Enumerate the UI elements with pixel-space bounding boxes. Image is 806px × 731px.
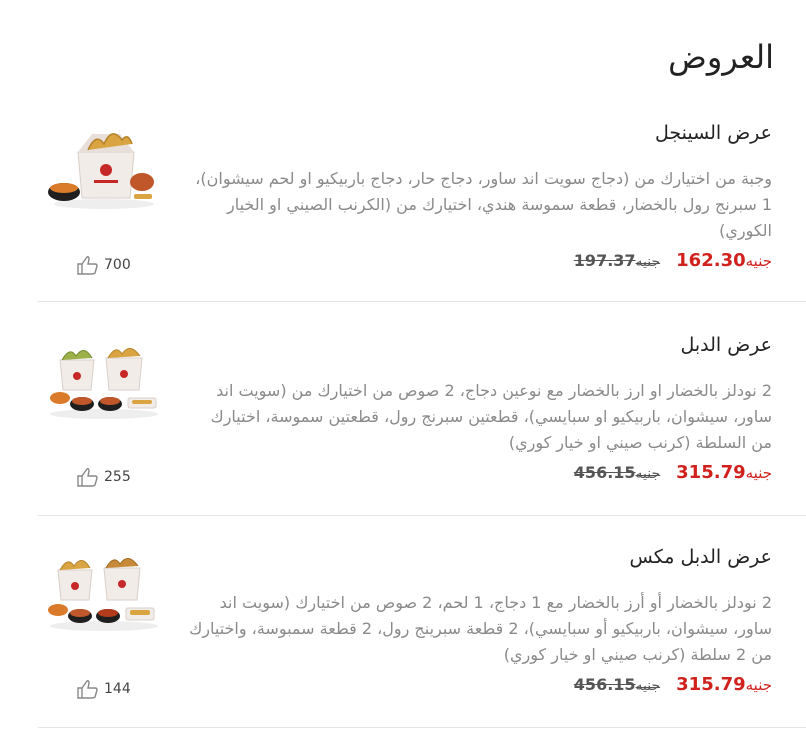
- new-price-value: 162.30: [676, 250, 746, 271]
- likes-counter[interactable]: 144: [76, 678, 131, 700]
- offer-description: 2 نودلز بالخضار أو أرز بالخضار مع 1 دجاج…: [189, 593, 772, 664]
- new-price-value: 315.79: [676, 674, 746, 695]
- likes-count: 144: [104, 681, 131, 697]
- new-price-value: 315.79: [676, 462, 746, 483]
- old-price: جنيه456.15: [574, 675, 660, 694]
- offer-image-single[interactable]: [44, 112, 164, 212]
- offer-card[interactable]: عرض الدبل مكس 2 نودلز بالخضار أو أرز بال…: [38, 532, 806, 728]
- thumbs-up-icon[interactable]: [76, 466, 100, 488]
- old-price-value: 456.15: [573, 463, 636, 482]
- offer-image-double-mix[interactable]: [44, 536, 164, 636]
- currency-label: جنيه: [635, 678, 661, 694]
- price-row: جنيه315.79 جنيه456.15: [574, 462, 772, 483]
- old-price-value: 197.37: [573, 251, 636, 270]
- thumbs-up-icon[interactable]: [76, 254, 100, 276]
- currency-label: جنيه: [745, 252, 772, 270]
- currency-label: جنيه: [635, 466, 661, 482]
- price-row: جنيه315.79 جنيه456.15: [574, 674, 772, 695]
- offer-description: وجبة من اختيارك من (دجاج سويت اند ساور، …: [195, 169, 772, 240]
- likes-counter[interactable]: 700: [76, 254, 131, 276]
- offer-name[interactable]: عرض الدبل: [680, 334, 772, 356]
- thumbs-up-icon[interactable]: [76, 678, 100, 700]
- currency-label: جنيه: [745, 464, 772, 482]
- new-price: جنيه162.30: [676, 250, 772, 271]
- old-price-value: 456.15: [573, 675, 636, 694]
- offer-image-double[interactable]: [44, 324, 164, 424]
- likes-counter[interactable]: 255: [76, 466, 131, 488]
- new-price: جنيه315.79: [676, 462, 772, 483]
- offer-description: 2 نودلز بالخضار او ارز بالخضار مع نوعين …: [210, 381, 773, 452]
- likes-count: 700: [104, 257, 131, 273]
- currency-label: جنيه: [635, 254, 661, 270]
- offer-card[interactable]: عرض السينجل وجبة من اختيارك من (دجاج سوي…: [38, 108, 806, 302]
- price-row: جنيه162.30 جنيه197.37: [574, 250, 772, 271]
- likes-count: 255: [104, 469, 131, 485]
- currency-label: جنيه: [745, 676, 772, 694]
- offer-name[interactable]: عرض الدبل مكس: [630, 546, 772, 568]
- page-title: العروض: [668, 38, 774, 76]
- new-price: جنيه315.79: [676, 674, 772, 695]
- old-price: جنيه197.37: [574, 251, 660, 270]
- offer-name[interactable]: عرض السينجل: [655, 122, 772, 144]
- old-price: جنيه456.15: [574, 463, 660, 482]
- offer-card[interactable]: عرض الدبل 2 نودلز بالخضار او ارز بالخضار…: [38, 320, 806, 516]
